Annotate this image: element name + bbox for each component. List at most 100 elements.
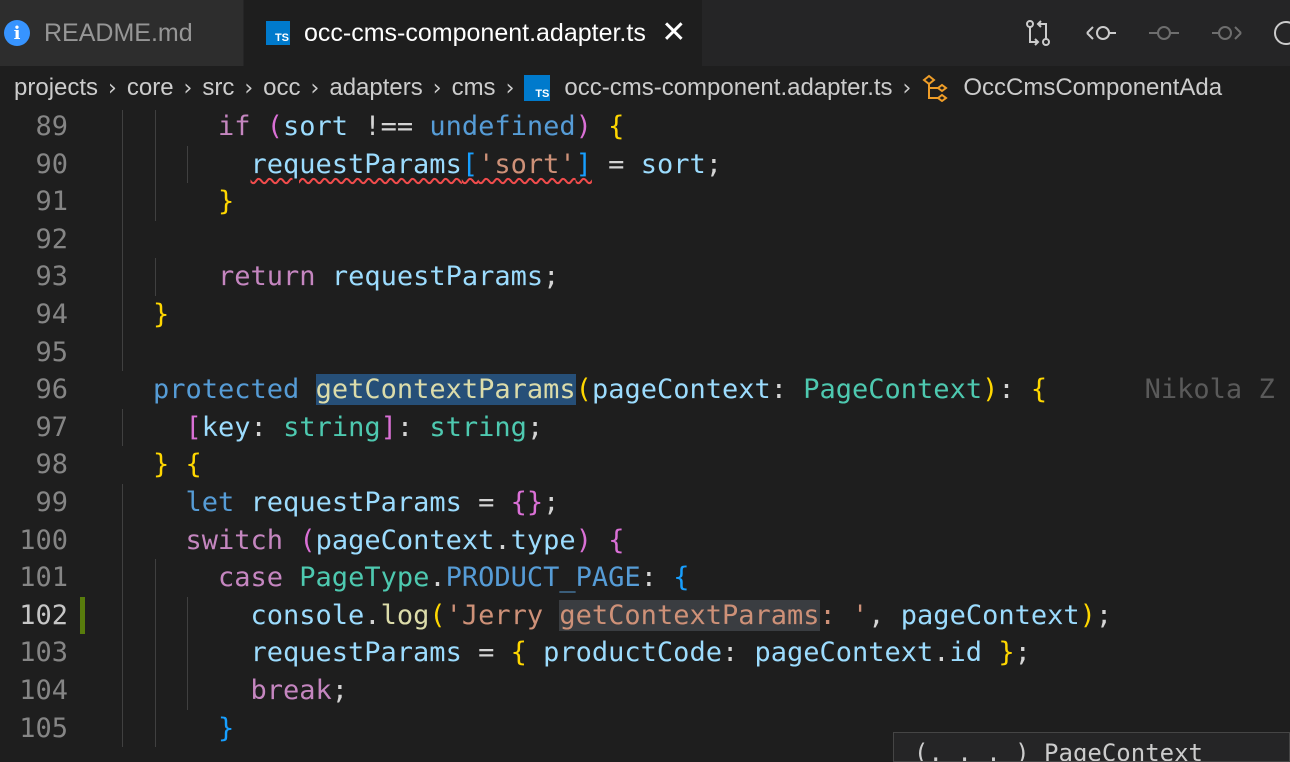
code-token: string [429, 411, 527, 443]
code-editor[interactable]: 89 if (sort !== undefined) {90 requestPara… [0, 110, 1290, 755]
code-line[interactable]: 95 [0, 333, 1290, 372]
code-token: . [429, 562, 446, 594]
code-token: ) [1079, 599, 1096, 631]
line-number: 102 [19, 599, 68, 631]
code-token: ; [543, 487, 560, 518]
chevron-right-icon: › [505, 75, 515, 101]
code-line[interactable]: 99 let requestParams = {}; [0, 484, 1290, 522]
code-token: [ [461, 148, 479, 180]
code-line[interactable]: 89 if (sort !== undefined) { [0, 110, 1290, 146]
code-token: protected [153, 374, 300, 406]
breadcrumb-src[interactable]: src [202, 74, 234, 102]
tab-occ-cms-component-adapter[interactable]: TS occ-cms-component.adapter.ts ✕ [244, 0, 702, 66]
line-number: 95 [35, 336, 68, 368]
code-token: pageContext [900, 599, 1080, 631]
code-token: PRODUCT_PAGE [445, 562, 641, 594]
indent-guide [122, 333, 123, 372]
code-token: sort [283, 111, 349, 142]
code-token: getContextParams [559, 599, 820, 631]
commit-button[interactable] [1144, 13, 1184, 53]
code-token: { [1030, 374, 1048, 406]
code-token: ; [331, 675, 349, 706]
indent-guide [154, 634, 156, 672]
breadcrumb-core[interactable]: core [127, 74, 174, 102]
code-line[interactable]: 104 break; [0, 672, 1290, 710]
code-token: = [461, 637, 511, 669]
code-line[interactable]: 97 [key: string]: string; [0, 408, 1290, 447]
breadcrumb-file[interactable]: TS occ-cms-component.adapter.ts [524, 74, 893, 102]
code-line[interactable]: 94} [0, 296, 1290, 334]
indent-guide [187, 634, 188, 672]
code-token: ) [575, 524, 592, 556]
indent-guide [122, 296, 123, 334]
code-line[interactable]: 92 [0, 220, 1290, 259]
code-token: } [218, 712, 235, 744]
code-line[interactable]: 98} { [0, 446, 1290, 484]
previous-change-button[interactable] [1081, 13, 1121, 53]
code-line[interactable]: 91} [0, 183, 1290, 221]
indent-guide [122, 672, 123, 710]
code-token: !== [348, 111, 430, 142]
indent-guide [154, 183, 156, 221]
code-token: { [591, 524, 625, 556]
code-line[interactable]: 90 requestParams['sort'] = sort; [0, 145, 1290, 184]
indent-guide [122, 110, 123, 146]
editor-actions [995, 0, 1290, 66]
breadcrumb-adapters[interactable]: adapters [329, 74, 422, 102]
code-line[interactable]: 103 requestParams = { productCode: pageCo… [0, 634, 1290, 672]
more-actions-button[interactable] [1270, 13, 1290, 53]
line-number: 103 [19, 637, 68, 669]
close-icon[interactable]: ✕ [660, 18, 688, 48]
code-line[interactable]: 100 switch (pageContext.type) { [0, 521, 1290, 560]
tab-readme[interactable]: i README.md [0, 0, 244, 66]
indent-guide [154, 145, 156, 184]
indent-guide [187, 672, 188, 710]
code-token: pageContext [591, 374, 771, 406]
code-token: [ [185, 411, 202, 443]
code-token: requestParams [250, 637, 462, 669]
code-line[interactable]: 101 case PageType.PRODUCT_PAGE: { [0, 559, 1290, 597]
code-token: : [721, 637, 755, 669]
info-icon: i [4, 20, 30, 46]
code-text: switch (pageContext.type) { [186, 522, 625, 560]
code-token: ] [575, 148, 592, 180]
code-token: break [250, 675, 332, 706]
breadcrumb-cms[interactable]: cms [452, 74, 496, 102]
indent-guide [187, 596, 188, 635]
code-token: { [591, 111, 625, 142]
code-token: if [218, 111, 251, 142]
breadcrumb: projects › core › src › occ › adapters ›… [0, 66, 1290, 110]
code-token: ) [982, 374, 999, 406]
code-token: ; [1014, 637, 1031, 669]
indent-guide [122, 484, 123, 522]
code-text: requestParams = { productCode: pageConte… [251, 634, 1031, 672]
code-token: undefined [429, 111, 576, 142]
code-line[interactable]: 102 console.log('Jerry getContextParams: … [0, 596, 1290, 635]
indent-guide [122, 145, 123, 184]
line-number: 92 [35, 223, 68, 255]
breadcrumb-occ[interactable]: occ [263, 74, 300, 102]
code-line[interactable]: 96 protected getContextParams(pageContext… [0, 371, 1290, 409]
open-changes-button[interactable] [1018, 13, 1058, 53]
next-change-button[interactable] [1207, 13, 1247, 53]
code-line[interactable]: 93 return requestParams; [0, 258, 1290, 296]
code-token: ; [526, 411, 544, 443]
chevron-right-icon: › [432, 75, 442, 101]
line-number: 105 [19, 712, 68, 744]
code-token: ) [575, 111, 592, 142]
indent-guide [122, 220, 123, 259]
code-token: 'sort' [478, 148, 576, 180]
code-token: return [218, 261, 316, 293]
code-token: ( [575, 374, 592, 406]
breadcrumb-projects[interactable]: projects [14, 74, 98, 102]
breadcrumb-symbol[interactable]: OccCmsComponentAda [921, 74, 1222, 102]
git-commit-icon [1149, 26, 1179, 40]
indent-guide [122, 408, 123, 447]
code-token: PageType [299, 562, 430, 594]
code-token: : ' [819, 599, 869, 631]
